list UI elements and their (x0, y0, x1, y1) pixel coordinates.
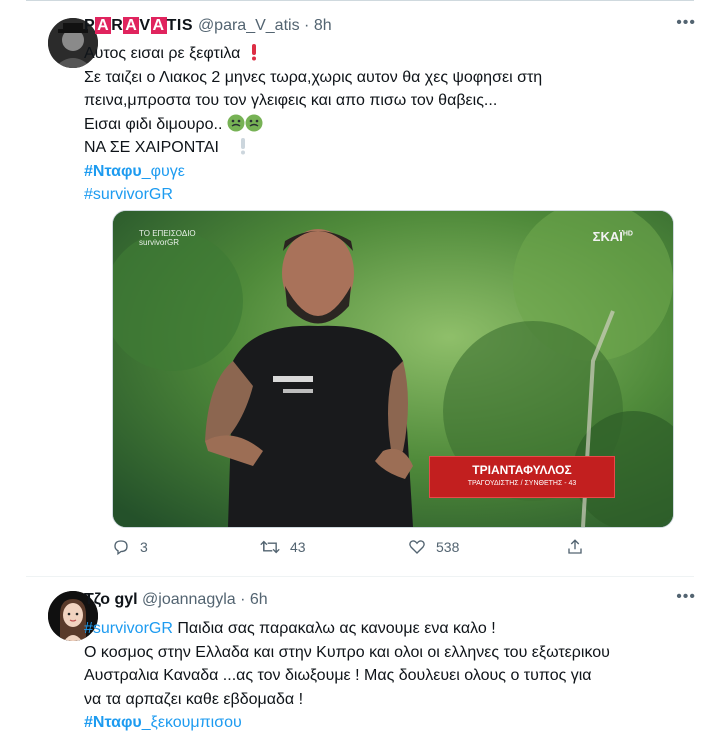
author-handle[interactable]: @para_V_atis (198, 17, 300, 34)
retweet-button[interactable]: 43 (260, 538, 306, 556)
reply-button[interactable]: 3 (112, 538, 148, 556)
like-button[interactable]: 538 (408, 538, 459, 556)
tweet-line: Παιδια σας παρακαλω ας κανουμε ενα καλο … (177, 620, 496, 637)
retweet-icon (260, 540, 280, 554)
separator-dot: · (240, 591, 246, 608)
exclamation-emoji (251, 44, 256, 61)
reply-icon (114, 540, 128, 556)
tweet-media-video[interactable]: ΤΟ ΕΠΕΙΣΟΔΙΟ survivorGR ΣΚΑΪHD ΤΡΙΑΝΤΑΦΥ… (112, 210, 674, 528)
nauseated-face-emoji (227, 114, 245, 131)
tweet-line: ΝΑ ΣΕ ΧΑΙΡΟΝΤΑΙ (84, 139, 219, 156)
tweet-line: Ο κοσμος στην Ελλαδα και στην Κυπρο και … (84, 643, 610, 661)
reply-count: 3 (140, 539, 148, 555)
tweet-line: πεινα,μπροστα του τον γλειφεις και απο π… (84, 92, 498, 109)
share-button[interactable] (566, 538, 584, 556)
tweet-line: να τα αρπαζει καθε εβδομαδα ! (84, 690, 304, 708)
tweet-divider (26, 576, 694, 577)
more-icon[interactable]: ••• (676, 14, 696, 32)
show-logo: ΤΟ ΕΠΕΙΣΟΔΙΟ survivorGR (139, 229, 196, 247)
like-icon (409, 540, 425, 554)
tweet-line: Εισαι φιδι διμουρο.. (84, 115, 223, 133)
nauseated-face-emoji (245, 114, 263, 131)
like-count: 538 (436, 539, 460, 555)
retweet-count: 43 (290, 539, 306, 555)
lower-third-caption: ΤΡΙΑΝΤΑΦΥΛΛΟΣ ΤΡΑΓΟΥΔΙΣΤΗΣ / ΣΥΝΘΕΤΗΣ - … (429, 456, 615, 498)
tweet-time[interactable]: 8h (314, 17, 332, 34)
tweet-time[interactable]: 6h (250, 591, 268, 608)
tweet-text: Αυτος εισαι ρε ξεφτιλα Σε ταιζει ο Λιακο… (84, 42, 654, 207)
tweet-text: #survivorGR Παιδια σας παρακαλω ας κανου… (84, 617, 654, 735)
tweet-header: Τζο gyl @joannagyla · 6h (84, 591, 268, 609)
tweet-header: P A R A V A TIS @para_V_atis · 8h (84, 17, 332, 35)
hashtag-link[interactable]: #survivorGR (84, 183, 654, 207)
tweet-line: Σε ταιζει ο Λιακος 2 μηνες τωρα,χωρις αυ… (84, 68, 543, 86)
author-name[interactable]: P A R A V A TIS (84, 17, 198, 34)
tweet-line: Αυτος εισαι ρε ξεφτιλα (84, 45, 241, 62)
more-icon[interactable]: ••• (676, 588, 696, 606)
channel-logo: ΣΚΑΪHD (592, 229, 633, 244)
tweet-line: Αυστραλια Καναδα ...ας τον διωξουμε ! Μα… (84, 667, 592, 684)
hashtag-link[interactable]: #survivorGR (84, 620, 173, 637)
share-icon (568, 539, 582, 554)
hashtag-link[interactable]: #Νταφυ_φυγε (84, 160, 654, 184)
exclamation-emoji (241, 138, 246, 155)
author-name[interactable]: Τζο gyl (84, 591, 138, 608)
timeline-top-border (26, 0, 694, 1)
author-handle[interactable]: @joannagyla (142, 591, 236, 608)
tweet-actions: 3 43 538 (86, 538, 586, 564)
separator-dot: · (304, 17, 310, 34)
hashtag-link[interactable]: #Νταφυ_ξεκουμπισου (84, 711, 654, 735)
